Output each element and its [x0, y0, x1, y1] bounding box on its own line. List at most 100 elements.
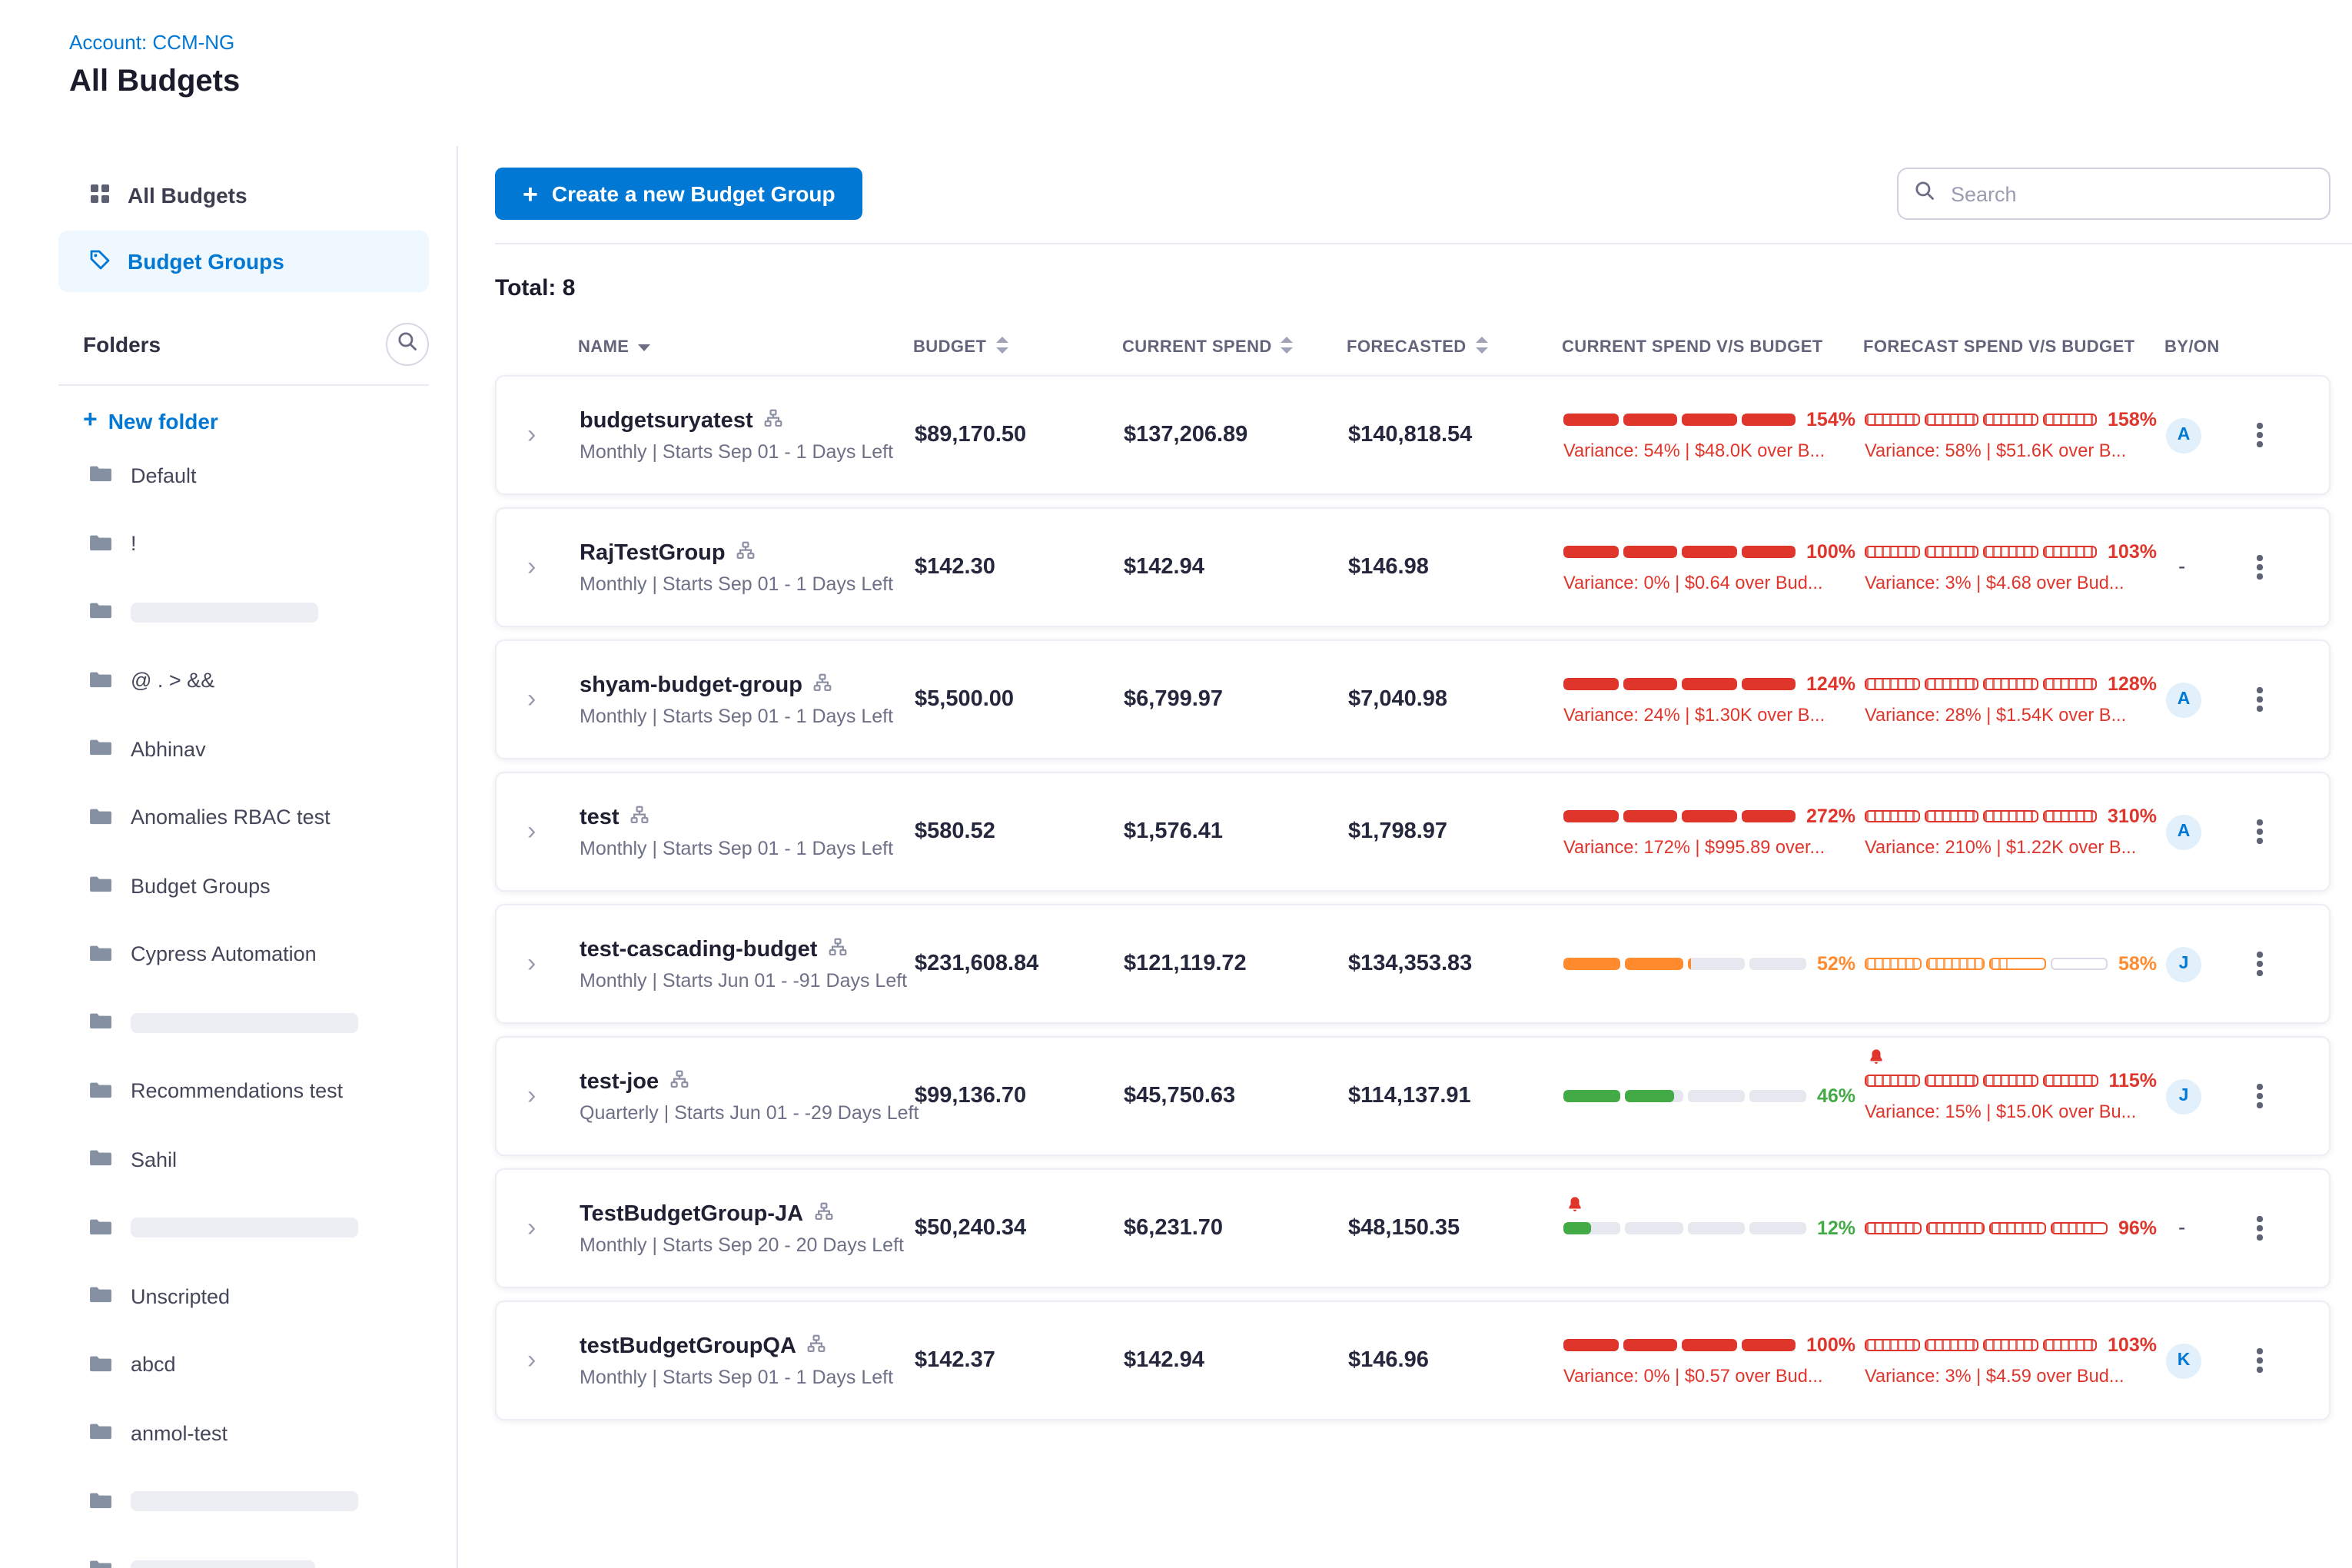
kebab-menu-icon[interactable]: [2243, 679, 2277, 721]
column-header-forecasted[interactable]: FORECASTED: [1347, 337, 1562, 358]
folder-search-button[interactable]: [386, 323, 429, 366]
folder-item-loading: [58, 578, 429, 646]
folder-item-loading: [58, 988, 429, 1057]
column-header-label: NAME: [578, 338, 629, 357]
folder-item[interactable]: Budget Groups: [58, 852, 429, 920]
kebab-menu-icon[interactable]: [2243, 811, 2277, 853]
by-on-cell: K: [2166, 1343, 2243, 1378]
folder-item-label: anmol-test: [131, 1422, 228, 1445]
toolbar-divider: [495, 243, 2352, 244]
sidebar-item-label: Budget Groups: [128, 249, 284, 274]
folder-item[interactable]: anmol-test: [58, 1399, 429, 1467]
variance-text: Variance: 0% | $0.64 over Bud...: [1563, 572, 1855, 593]
spend-percentage: 128%: [2108, 673, 2157, 695]
folder-icon: [89, 1216, 112, 1241]
folder-item[interactable]: Anomalies RBAC test: [58, 783, 429, 852]
current-vs-budget-block: 12%: [1563, 1218, 1865, 1239]
name-cell: TestBudgetGroup-JAMonthly | Starts Sep 2…: [580, 1201, 915, 1256]
forecast-vs-budget-bar: [1865, 1075, 2098, 1087]
folder-icon: [89, 1148, 112, 1172]
sidebar-item-budget-groups[interactable]: Budget Groups: [58, 231, 429, 292]
chevron-right-icon[interactable]: ›: [527, 948, 558, 979]
current-vs-budget-bar: [1563, 958, 1806, 970]
forecast-value: $134,353.83: [1348, 952, 1563, 976]
folder-item-loading: [58, 1194, 429, 1262]
budget-group-name: budgetsuryatest: [580, 409, 753, 434]
forecast-vs-budget-block: 310%Variance: 210% | $1.22K over B...: [1865, 806, 2166, 858]
folder-item[interactable]: Recommendations test: [58, 1057, 429, 1125]
budget-group-name: test: [580, 806, 620, 830]
folder-item[interactable]: Sahil: [58, 1125, 429, 1194]
search-box: [1897, 168, 2330, 220]
sidebar-item-all-budgets[interactable]: All Budgets: [58, 164, 429, 226]
folder-icon: [89, 1079, 112, 1104]
chevron-right-icon[interactable]: ›: [527, 552, 558, 583]
by-on-cell: J: [2166, 1078, 2243, 1114]
column-header-current-spend[interactable]: CURRENT SPEND: [1122, 337, 1347, 358]
folder-item[interactable]: @ . > &&: [58, 646, 429, 715]
folder-item-label: Recommendations test: [131, 1080, 343, 1103]
forecast-vs-budget-bar: [1865, 546, 2097, 558]
avatar: A: [2166, 814, 2201, 849]
folder-item[interactable]: Cypress Automation: [58, 920, 429, 988]
folder-item[interactable]: abcd: [58, 1330, 429, 1399]
current-vs-budget-block: 100%Variance: 0% | $0.57 over Bud...: [1563, 1334, 1865, 1387]
folder-item-label: Abhinav: [131, 738, 206, 761]
budget-value: $99,136.70: [915, 1084, 1124, 1108]
current-value: $45,750.63: [1124, 1084, 1348, 1108]
forecast-vs-budget-block: 128%Variance: 28% | $1.54K over B...: [1865, 673, 2166, 726]
budget-period: Monthly | Starts Sep 01 - 1 Days Left: [580, 1367, 915, 1388]
folder-icon: [89, 1421, 112, 1446]
create-budget-group-button[interactable]: + Create a new Budget Group: [495, 168, 863, 220]
variance-text: Variance: 3% | $4.59 over Bud...: [1865, 1365, 2157, 1387]
search-input[interactable]: [1948, 181, 2314, 207]
chevron-right-icon[interactable]: ›: [527, 1081, 558, 1111]
folder-item[interactable]: Unscripted: [58, 1262, 429, 1330]
forecast-value: $1,798.97: [1348, 819, 1563, 844]
forecast-vs-budget-bar: [1865, 810, 2097, 822]
kebab-menu-icon[interactable]: [2243, 1075, 2277, 1118]
hierarchy-icon: [669, 1068, 688, 1096]
new-folder-button[interactable]: + New folder: [83, 407, 429, 435]
folder-item[interactable]: Default: [58, 441, 429, 510]
budget-period: Monthly | Starts Sep 01 - 1 Days Left: [580, 838, 915, 859]
folder-item[interactable]: Abhinav: [58, 715, 429, 783]
chevron-right-icon[interactable]: ›: [527, 1213, 558, 1244]
forecast-vs-budget-block: 103%Variance: 3% | $4.59 over Bud...: [1865, 1334, 2166, 1387]
folder-icon: [89, 1558, 112, 1568]
folder-icon: [89, 1011, 112, 1035]
spend-percentage: 158%: [2108, 409, 2157, 430]
budget-value: $580.52: [915, 819, 1124, 844]
forecast-value: $146.98: [1348, 555, 1563, 580]
folder-icon: [89, 942, 112, 967]
avatar: J: [2166, 1078, 2201, 1114]
column-header-budget[interactable]: BUDGET: [913, 337, 1122, 358]
current-vs-budget-bar: [1563, 1090, 1806, 1102]
folder-item[interactable]: !: [58, 510, 429, 578]
current-vs-budget-block: 100%Variance: 0% | $0.64 over Bud...: [1563, 541, 1865, 593]
name-cell: test-joeQuarterly | Starts Jun 01 - -29 …: [580, 1068, 915, 1124]
column-header-forecast-spend-v-s-budget: FORECAST SPEND V/S BUDGET: [1863, 338, 2164, 357]
chevron-right-icon[interactable]: ›: [527, 420, 558, 450]
current-value: $142.94: [1124, 555, 1348, 580]
folder-icon: [89, 463, 112, 488]
kebab-menu-icon[interactable]: [2243, 1340, 2277, 1382]
folder-icon: [89, 737, 112, 762]
folder-item-label: !: [131, 533, 137, 556]
by-on-cell: A: [2166, 682, 2243, 717]
column-header-name[interactable]: NAME: [578, 338, 913, 357]
folder-icon: [89, 600, 112, 625]
chevron-right-icon[interactable]: ›: [527, 1345, 558, 1376]
chevron-right-icon[interactable]: ›: [527, 816, 558, 847]
current-vs-budget-block: 124%Variance: 24% | $1.30K over B...: [1563, 673, 1865, 726]
kebab-menu-icon[interactable]: [2243, 1208, 2277, 1250]
forecast-vs-budget-block: 96%: [1865, 1218, 2166, 1239]
account-breadcrumb-link[interactable]: Account: CCM-NG: [69, 31, 2352, 54]
chevron-right-icon[interactable]: ›: [527, 684, 558, 715]
kebab-menu-icon[interactable]: [2243, 943, 2277, 985]
loading-placeholder: [131, 1013, 358, 1033]
kebab-menu-icon[interactable]: [2243, 546, 2277, 589]
folder-icon: [89, 1490, 112, 1514]
kebab-menu-icon[interactable]: [2243, 414, 2277, 457]
loading-placeholder: [131, 1560, 315, 1568]
